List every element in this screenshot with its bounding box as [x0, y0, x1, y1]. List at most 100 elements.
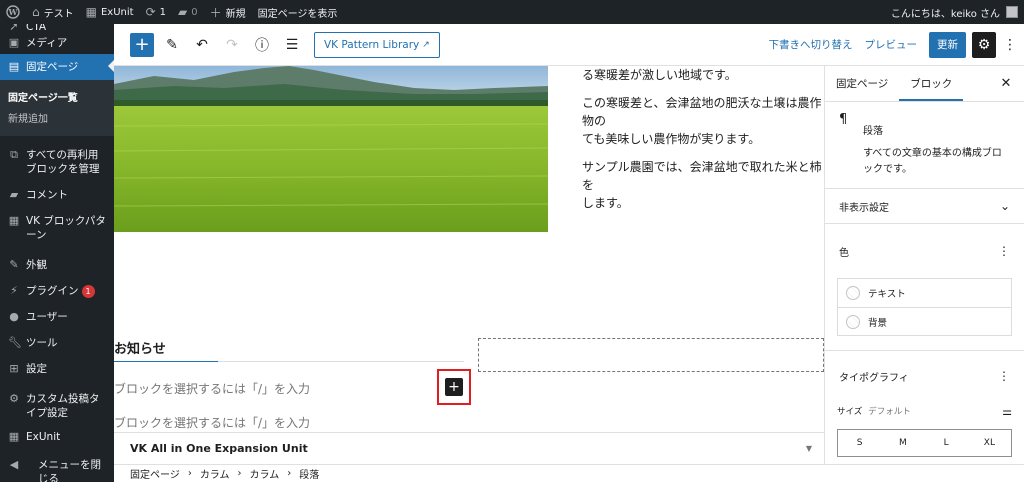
pages-submenu: 固定ページ一覧 新規追加: [0, 80, 114, 136]
menu-item-tools[interactable]: 🔧︎ ツール: [0, 332, 114, 354]
size-option-l[interactable]: L: [925, 438, 968, 448]
more-options-icon[interactable]: ⋮: [1002, 37, 1018, 53]
breadcrumb-item[interactable]: カラム: [250, 466, 280, 481]
custom-size-icon[interactable]: ⚌: [1002, 405, 1012, 418]
external-link-icon: ↗: [422, 39, 430, 50]
comment-icon: ▰: [178, 5, 188, 19]
more-options-icon[interactable]: ⋮: [998, 244, 1010, 258]
wordpress-logo-icon[interactable]: W: [0, 0, 26, 24]
preview-button[interactable]: プレビュー: [865, 37, 918, 52]
info-icon[interactable]: ⓘ: [250, 33, 274, 57]
paragraph-block[interactable]: サンプル農園では、会津盆地で取れた米と柿を します。: [582, 158, 824, 212]
site-name: テスト: [43, 8, 74, 20]
panel-color: 色 ⋮ テキスト 背景: [825, 224, 1024, 351]
heading-underline: [218, 361, 464, 362]
menu-item-comments[interactable]: ▰ コメント: [0, 184, 114, 206]
menu-item-appearance[interactable]: ✎ 外観: [0, 254, 114, 276]
menu-label: CTA: [26, 24, 47, 32]
caret-down-icon[interactable]: ▼: [806, 444, 812, 453]
color-item-text[interactable]: テキスト: [838, 279, 1011, 307]
site-name-link[interactable]: ⌂ テスト: [26, 0, 80, 24]
news-heading[interactable]: お知らせ: [114, 338, 166, 357]
collapse-menu-button[interactable]: ◀ メニューを閉じる: [0, 454, 114, 482]
paragraph-block[interactable]: る寒暖差が激しい地域です。: [582, 66, 824, 84]
updates-link[interactable]: ⟳ 1: [140, 0, 172, 24]
menu-item-users[interactable]: ● ユーザー: [0, 306, 114, 328]
size-label: サイズ: [837, 407, 863, 417]
plugins-badge: 1: [81, 285, 95, 298]
avatar[interactable]: [1006, 6, 1018, 18]
view-page-link[interactable]: 固定ページを表示: [252, 0, 344, 24]
settings-gear-icon[interactable]: ⚙: [972, 31, 996, 58]
breadcrumb-item[interactable]: カラム: [200, 466, 230, 481]
tab-page[interactable]: 固定ページ: [825, 66, 899, 101]
menu-item-settings[interactable]: ⊞ 設定: [0, 358, 114, 380]
text-column[interactable]: る寒暖差が激しい地域です。 この寒暖差と、会津盆地の肥沃な土壌は農作物の ても美…: [582, 66, 824, 222]
add-block-button[interactable]: +: [445, 378, 463, 396]
exunit-metabox[interactable]: VK All in One Expansion Unit ▼: [114, 432, 824, 464]
chevron-right-icon: ›: [287, 468, 292, 479]
breadcrumb-item[interactable]: 固定ページ: [130, 466, 180, 481]
menu-label: 固定ページ: [26, 61, 79, 73]
new-content-link[interactable]: ＋ 新規: [204, 0, 252, 24]
panel-toggle[interactable]: 非表示設定 ⌄: [825, 189, 1024, 223]
menu-item-pages[interactable]: ▤ 固定ページ: [0, 54, 114, 80]
empty-block-outline[interactable]: [478, 338, 824, 372]
menu-label: ExUnit: [26, 431, 61, 443]
settings-sidebar: 固定ページ ブロック ✕ ¶ 段落 すべての文章の基本の構成ブロックです。 非表…: [824, 66, 1024, 464]
comments-link[interactable]: ▰ 0: [172, 0, 204, 24]
panel-header: 色 ⋮: [825, 224, 1024, 278]
highlight-box: +: [437, 369, 471, 405]
font-size-toggle: S M L XL: [837, 429, 1012, 457]
menu-item-custom-post[interactable]: ⚙ カスタム投稿タイプ設定: [0, 388, 114, 424]
menu-item-exunit[interactable]: ▦ ExUnit: [0, 426, 114, 448]
size-value: デフォルト: [868, 407, 911, 417]
empty-paragraph-placeholder[interactable]: ブロックを選択するには「/」を入力: [114, 414, 310, 431]
close-icon[interactable]: ✕: [988, 66, 1024, 101]
exunit-link[interactable]: ▦ ExUnit: [80, 0, 140, 24]
submenu-all-pages[interactable]: 固定ページ一覧: [0, 86, 114, 107]
svg-text:W: W: [8, 7, 19, 17]
list-view-icon[interactable]: ☰: [280, 33, 304, 57]
menu-item-media[interactable]: ▣ メディア: [0, 32, 114, 54]
menu-item-reusable[interactable]: ⧉ すべての再利用ブロックを管理: [0, 144, 114, 180]
menu-item-vk-patterns[interactable]: ▦ VK ブロックパターン: [0, 210, 114, 246]
vk-pattern-library-button[interactable]: VK Pattern Library ↗: [314, 31, 440, 58]
menu-item-plugins[interactable]: ⚡ プラグイン 1: [0, 280, 114, 302]
tab-block[interactable]: ブロック: [899, 66, 963, 101]
empty-paragraph-placeholder[interactable]: ブロックを選択するには「/」を入力: [114, 380, 310, 397]
update-button[interactable]: 更新: [929, 31, 966, 58]
color-item-background[interactable]: 背景: [838, 307, 1011, 335]
paragraph-icon: ¶: [839, 112, 848, 127]
panel-hidden-settings: 非表示設定 ⌄: [825, 189, 1024, 224]
settings-icon: ⊞: [9, 362, 19, 375]
admin-bar: W ⌂ テスト ▦ ExUnit ⟳ 1 ▰ 0 ＋ 新規 固定ページを表示 こ…: [0, 0, 1024, 24]
submenu-add-new[interactable]: 新規追加: [0, 107, 114, 128]
size-option-m[interactable]: M: [881, 438, 924, 448]
tools-pencil-icon[interactable]: ✎: [160, 33, 184, 57]
block-inserter-toggle[interactable]: +: [130, 32, 154, 57]
pages-icon: ▤: [8, 60, 20, 73]
paragraph-block[interactable]: この寒暖差と、会津盆地の肥沃な土壌は農作物の ても美味しい農作物が実ります。: [582, 94, 824, 148]
paragraph-line: この寒暖差と、会津盆地の肥沃な土壌は農作物の ても美味しい農作物が実ります。: [582, 96, 822, 146]
menu-label: 外観: [26, 259, 47, 271]
new-label: 新規: [225, 8, 246, 20]
color-list: テキスト 背景: [837, 278, 1012, 336]
size-option-s[interactable]: S: [838, 438, 881, 448]
rice-field-image[interactable]: [114, 66, 548, 232]
undo-icon[interactable]: ↶: [190, 33, 214, 57]
size-option-xl[interactable]: XL: [968, 438, 1011, 448]
menu-item-cta[interactable]: ➚ CTA: [0, 24, 114, 32]
font-size-row: サイズ デフォルト ⚌: [825, 401, 1024, 421]
reusable-icon: ⧉: [10, 148, 18, 161]
menu-label: メディア: [26, 37, 68, 49]
chevron-right-icon: ›: [187, 468, 192, 479]
greeting[interactable]: こんにちは、keiko さん: [891, 5, 1000, 20]
redo-icon[interactable]: ↷: [220, 33, 244, 57]
block-title: 段落: [863, 126, 883, 137]
more-options-icon[interactable]: ⋮: [998, 369, 1010, 383]
switch-to-draft-button[interactable]: 下書きへ切り替え: [769, 37, 853, 52]
color-label: テキスト: [868, 289, 906, 300]
color-label: 背景: [868, 317, 888, 329]
admin-menu: ➚ CTA ▣ メディア ▤ 固定ページ 固定ページ一覧 新規追加 ⧉ すべての…: [0, 24, 114, 482]
